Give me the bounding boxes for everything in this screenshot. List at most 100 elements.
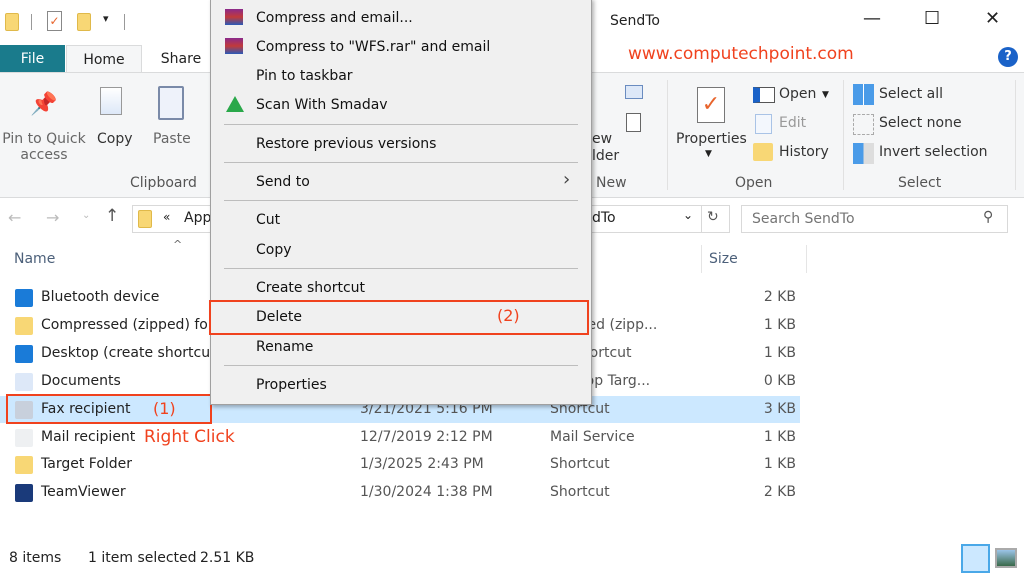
menu-item-restore-versions[interactable]: Restore previous versions	[211, 131, 591, 157]
folder-icon	[138, 210, 152, 228]
file-type: Mail Service	[550, 428, 635, 445]
menu-item-compress-rar-email[interactable]: Compress to "WFS.rar" and email	[211, 34, 591, 60]
column-header-size[interactable]: Size	[709, 251, 738, 267]
annotation-right-click: Right Click	[144, 427, 235, 447]
menu-separator	[224, 124, 578, 125]
menu-item-copy[interactable]: Copy	[211, 237, 591, 263]
history-button[interactable]: History	[779, 144, 829, 160]
pin-to-quick-access-button[interactable]: Pin to Quick access	[2, 131, 86, 163]
group-open-label: Open	[735, 175, 773, 191]
desktop-icon	[15, 344, 33, 363]
new-folder-quick-icon[interactable]	[77, 13, 91, 31]
annotation-step-2: (2)	[497, 306, 520, 325]
customize-toolbar-icon[interactable]: ▾	[103, 12, 109, 25]
tab-home[interactable]: Home	[66, 45, 142, 74]
file-row[interactable]: TeamViewer 1/30/2024 1:38 PM Shortcut 2 …	[0, 479, 800, 506]
new-folder-label-2[interactable]: lder	[592, 148, 619, 164]
menu-item-cut[interactable]: Cut	[211, 207, 591, 233]
search-input[interactable]	[741, 205, 1008, 233]
submenu-arrow-icon: ›	[563, 169, 571, 190]
refresh-icon[interactable]: ↻	[707, 209, 719, 225]
menu-item-pin-taskbar[interactable]: Pin to taskbar	[211, 63, 591, 89]
file-name: TeamViewer	[41, 484, 126, 501]
select-none-icon	[853, 114, 874, 135]
select-all-button[interactable]: Select all	[879, 86, 943, 102]
file-name: Documents	[41, 372, 121, 389]
divider	[667, 80, 668, 190]
properties-quick-icon[interactable]: ✓	[47, 11, 62, 31]
group-select-label: Select	[898, 175, 942, 191]
file-row[interactable]: Target Folder 1/3/2025 2:43 PM Shortcut …	[0, 451, 800, 478]
maximize-button[interactable]: ☐	[924, 8, 940, 29]
easy-access-icon[interactable]	[626, 113, 641, 132]
edit-button[interactable]: Edit	[779, 115, 806, 131]
breadcrumb-sendto[interactable]: dTo	[592, 210, 616, 226]
copy-button[interactable]: Copy	[97, 131, 133, 147]
divider	[701, 205, 702, 233]
menu-item-rename[interactable]: Rename	[211, 334, 591, 360]
context-menu: Compress and email... Compress to "WFS.r…	[210, 0, 592, 405]
recent-locations-button[interactable]: ⌄	[82, 210, 90, 221]
close-button[interactable]: ✕	[985, 8, 1000, 29]
address-dropdown-icon[interactable]: ⌄	[683, 208, 693, 222]
documents-icon	[15, 372, 33, 391]
pin-icon: 📌	[30, 92, 58, 117]
pin-label-2: access	[20, 147, 68, 163]
file-size: 1 KB	[763, 428, 796, 445]
open-icon	[753, 87, 775, 103]
file-row[interactable]: Mail recipient 12/7/2019 2:12 PM Mail Se…	[0, 424, 800, 451]
group-new-label: New	[596, 175, 627, 191]
menu-item-send-to[interactable]: Send to	[211, 169, 591, 195]
breadcrumb-appdata[interactable]: App	[184, 210, 211, 226]
menu-item-properties[interactable]: Properties	[211, 372, 591, 398]
column-header-name[interactable]: Name	[14, 251, 55, 267]
file-size: 2 KB	[763, 289, 796, 305]
sort-ascending-icon: ^	[173, 238, 183, 251]
menu-item-create-shortcut[interactable]: Create shortcut	[211, 275, 591, 301]
divider	[1015, 80, 1016, 190]
chevron-down-icon: ▼	[822, 90, 829, 100]
status-item-count: 8 items	[9, 550, 62, 566]
details-view-button[interactable]	[961, 544, 990, 573]
invert-selection-icon	[853, 143, 874, 164]
chevron-down-icon: ▼	[705, 149, 712, 159]
new-item-icon[interactable]	[625, 85, 643, 99]
file-name: Mail recipient	[41, 428, 136, 445]
select-none-button[interactable]: Select none	[879, 115, 962, 131]
watermark: www.computechpoint.com	[628, 44, 854, 64]
group-clipboard-label: Clipboard	[130, 175, 197, 191]
folder-icon	[5, 13, 19, 31]
open-button[interactable]: Open	[779, 86, 816, 102]
divider	[806, 245, 807, 273]
file-date: 1/30/2024 1:38 PM	[360, 484, 493, 501]
forward-button[interactable]: →	[46, 208, 59, 227]
back-button[interactable]: ←	[8, 208, 21, 227]
menu-item-scan-smadav[interactable]: Scan With Smadav	[211, 92, 591, 118]
help-icon[interactable]: ?	[998, 47, 1018, 67]
file-name: Compressed (zipped) fo	[41, 316, 208, 333]
file-date: 12/7/2019 2:12 PM	[360, 428, 493, 445]
up-button[interactable]: ↑	[105, 206, 119, 226]
invert-selection-button[interactable]: Invert selection	[879, 144, 988, 160]
tab-share[interactable]: Share	[150, 45, 212, 73]
file-size: 1 KB	[763, 344, 796, 361]
pin-label-1: Pin to Quick	[2, 131, 86, 147]
menu-separator	[224, 200, 578, 201]
properties-button[interactable]: Properties	[676, 131, 747, 147]
file-type: Shortcut	[550, 456, 610, 473]
paste-icon	[158, 86, 184, 120]
paste-button[interactable]: Paste	[153, 131, 191, 147]
minimize-button[interactable]: —	[863, 8, 881, 29]
new-folder-label-1[interactable]: ew	[592, 131, 612, 147]
tab-file[interactable]: File	[0, 45, 65, 73]
file-date: 1/3/2025 2:43 PM	[360, 456, 484, 473]
window-title: SendTo	[610, 13, 660, 29]
menu-separator	[224, 162, 578, 163]
large-icons-view-button[interactable]	[995, 548, 1017, 568]
breadcrumb-overflow[interactable]: «	[163, 210, 170, 224]
menu-item-compress-email[interactable]: Compress and email...	[211, 5, 591, 31]
select-all-icon	[853, 84, 874, 105]
copy-icon	[100, 87, 122, 115]
zip-folder-icon	[15, 316, 33, 335]
menu-separator	[224, 268, 578, 269]
